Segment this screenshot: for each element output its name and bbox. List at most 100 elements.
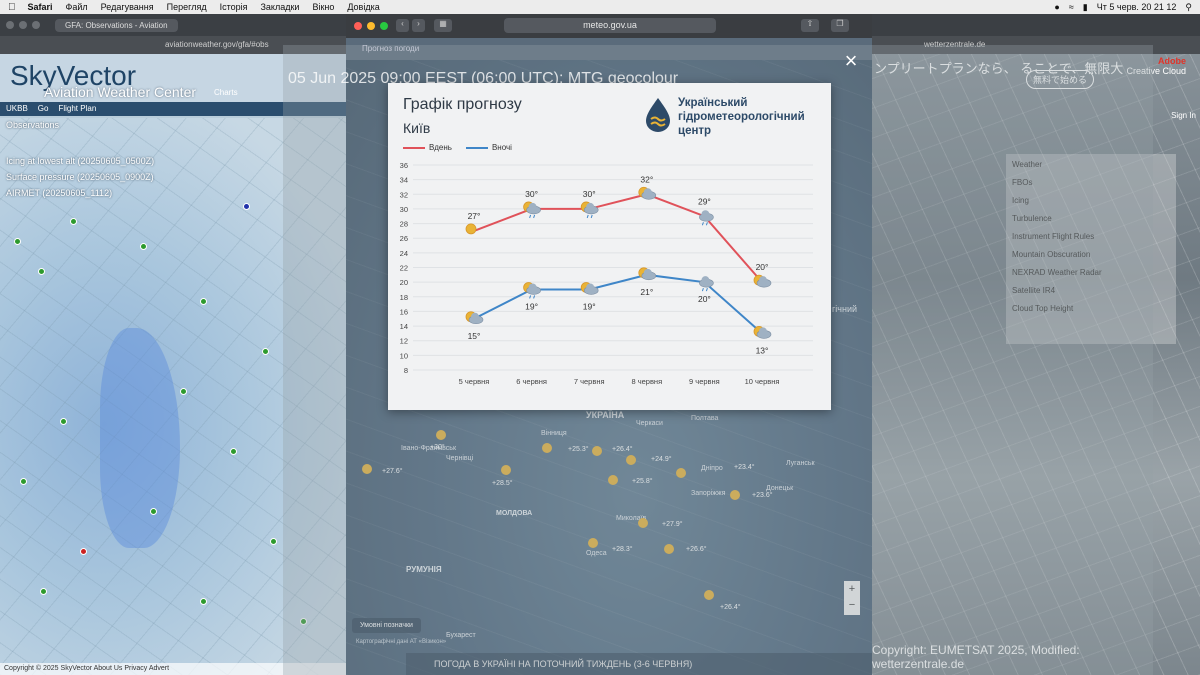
window-minimize-icon[interactable] [19, 21, 27, 29]
data-label: 15° [468, 331, 481, 341]
left-tabbar: GFA: Observations - Aviation [0, 14, 346, 36]
chart-title: Графік прогнозу [403, 96, 522, 113]
x-tick-label: 7 червня [574, 377, 605, 386]
tabs-overview-icon[interactable]: ❐ [831, 19, 849, 32]
radar-echo [100, 328, 180, 548]
menu-edit[interactable]: Редагування [101, 2, 154, 12]
layer-icing[interactable]: Icing at lowest alt (20250605_0500Z) [6, 156, 154, 166]
charts-link[interactable]: Charts [214, 88, 238, 97]
station-marker[interactable] [14, 238, 21, 245]
menu-history[interactable]: Історія [220, 2, 248, 12]
y-tick-label: 26 [400, 234, 408, 243]
legend-day-label: Вдень [429, 143, 452, 152]
y-tick-label: 30 [400, 205, 408, 214]
legend-day-swatch [403, 146, 425, 149]
y-tick-label: 8 [404, 366, 408, 375]
spotlight-icon[interactable]: ⚲ [1185, 2, 1192, 13]
bluetooth-icon[interactable]: ● [1054, 2, 1059, 12]
go-button[interactable]: Go [38, 104, 49, 114]
ugc-logo-icon [646, 98, 670, 132]
data-label: 27° [468, 211, 481, 221]
y-tick-label: 32 [400, 190, 408, 199]
window-zoom-icon[interactable] [32, 21, 40, 29]
x-tick-label: 8 червня [631, 377, 662, 386]
menu-bookmarks[interactable]: Закладки [260, 2, 299, 12]
window-close-icon[interactable] [354, 22, 362, 30]
x-tick-label: 10 червня [745, 377, 780, 386]
meteo-titlebar: ‹ › ▦ meteo.gov.ua ⇧ ❐ [346, 14, 872, 38]
meteo-address-bar[interactable]: meteo.gov.ua [504, 18, 716, 33]
station-marker[interactable] [20, 478, 27, 485]
menu-help[interactable]: Довідка [347, 2, 379, 12]
back-icon[interactable]: ‹ [396, 19, 409, 32]
station-marker[interactable] [200, 298, 207, 305]
legend-day[interactable]: Вдень [403, 143, 452, 152]
apple-menu-icon[interactable]:  [8, 2, 16, 13]
data-label: 19° [525, 301, 538, 311]
station-marker[interactable] [230, 448, 237, 455]
y-tick-label: 28 [400, 220, 408, 229]
chart-city: Київ [403, 120, 431, 136]
airport-input[interactable]: UKBB [6, 104, 28, 114]
share-icon[interactable]: ⇧ [801, 19, 819, 32]
station-marker[interactable] [180, 388, 187, 395]
wifi-icon[interactable]: ≈ [1069, 2, 1074, 12]
data-label: 20° [698, 294, 711, 304]
weather-marker-icon [523, 282, 541, 299]
forward-icon[interactable]: › [412, 19, 425, 32]
legend-night[interactable]: Вночі [465, 143, 512, 152]
station-marker[interactable] [38, 268, 45, 275]
station-marker[interactable] [80, 548, 87, 555]
layer-airmet[interactable]: AIRMET (20250605_1112) [6, 188, 112, 198]
right-tabbar [872, 14, 1200, 36]
window-close-icon[interactable] [6, 21, 14, 29]
data-label: 29° [698, 196, 711, 206]
window-zoom-icon[interactable] [380, 22, 388, 30]
forecast-chart-card: Графік прогнозу Київ Український гідроме… [388, 83, 831, 410]
layer-observations[interactable]: Observations [6, 120, 59, 130]
flight-plan-link[interactable]: Flight Plan [58, 104, 96, 114]
traffic-lights [354, 22, 388, 30]
data-label: 30° [525, 189, 538, 199]
data-label: 13° [756, 345, 769, 355]
station-marker[interactable] [150, 508, 157, 515]
y-tick-label: 22 [400, 264, 408, 273]
station-marker[interactable] [200, 598, 207, 605]
legend-night-swatch [465, 146, 488, 149]
sidebar-icon[interactable]: ▦ [434, 19, 452, 32]
layer-pressure[interactable]: Surface pressure (20250605_0900Z) [6, 172, 154, 182]
weather-marker-icon [465, 223, 477, 235]
sign-in-link[interactable]: Sign In [1171, 111, 1196, 120]
data-label: 19° [583, 301, 596, 311]
y-tick-label: 34 [400, 176, 408, 185]
menubar-clock[interactable]: Чт 5 черв. 20 21 12 [1097, 2, 1177, 12]
y-tick-label: 18 [400, 293, 408, 302]
battery-icon[interactable]: ▮ [1083, 2, 1088, 13]
station-marker[interactable] [140, 243, 147, 250]
x-tick-label: 6 червня [516, 377, 547, 386]
weather-marker-icon [523, 201, 541, 219]
menu-file[interactable]: Файл [66, 2, 88, 12]
weather-marker-icon [580, 201, 599, 219]
weather-marker-icon [580, 282, 599, 295]
window-minimize-icon[interactable] [367, 22, 375, 30]
data-label: 30° [583, 189, 596, 199]
data-label: 21° [640, 287, 653, 297]
menu-window[interactable]: Вікно [312, 2, 334, 12]
station-marker[interactable] [270, 538, 277, 545]
close-icon[interactable]: × [840, 50, 862, 72]
station-marker[interactable] [262, 348, 269, 355]
y-tick-label: 16 [400, 307, 408, 316]
menu-app-safari[interactable]: Safari [28, 2, 53, 12]
awc-title: Aviation Weather Center [44, 84, 197, 100]
station-marker[interactable] [40, 588, 47, 595]
weather-marker-icon [638, 267, 657, 281]
weather-marker-icon [753, 274, 772, 288]
menu-view[interactable]: Перегляд [167, 2, 207, 12]
station-marker[interactable] [243, 203, 250, 210]
y-tick-label: 14 [400, 322, 408, 331]
station-marker[interactable] [70, 218, 77, 225]
station-marker[interactable] [60, 418, 67, 425]
left-tab[interactable]: GFA: Observations - Aviation [55, 18, 178, 32]
data-label: 32° [640, 174, 653, 184]
